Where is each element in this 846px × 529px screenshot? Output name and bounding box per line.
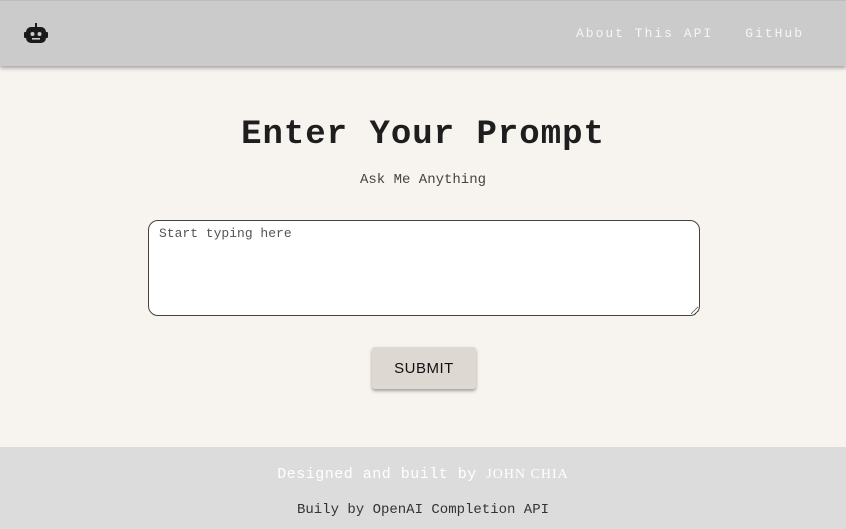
- main-content: Enter Your Prompt Ask Me Anything SUBMIT: [0, 66, 846, 447]
- nav-link-about[interactable]: About This API: [576, 26, 713, 41]
- nav-links: About This API GitHub: [576, 26, 804, 41]
- page-subtitle: Ask Me Anything: [359, 172, 487, 188]
- built-with-text: Buily by OpenAI Completion API: [296, 502, 550, 518]
- footer: Designed and built by JOHN CHIA Buily by…: [0, 447, 846, 529]
- nav-link-github[interactable]: GitHub: [745, 26, 804, 41]
- robot-icon[interactable]: [24, 22, 48, 46]
- footer-credit: Designed and built by JOHN CHIA: [0, 466, 846, 483]
- credit-prefix: Designed and built by: [277, 466, 477, 483]
- author-link[interactable]: JOHN CHIA: [486, 467, 569, 482]
- prompt-input[interactable]: [148, 220, 700, 316]
- top-navbar: About This API GitHub: [0, 0, 846, 66]
- submit-button[interactable]: SUBMIT: [372, 347, 476, 389]
- page-title: Enter Your Prompt: [241, 116, 605, 154]
